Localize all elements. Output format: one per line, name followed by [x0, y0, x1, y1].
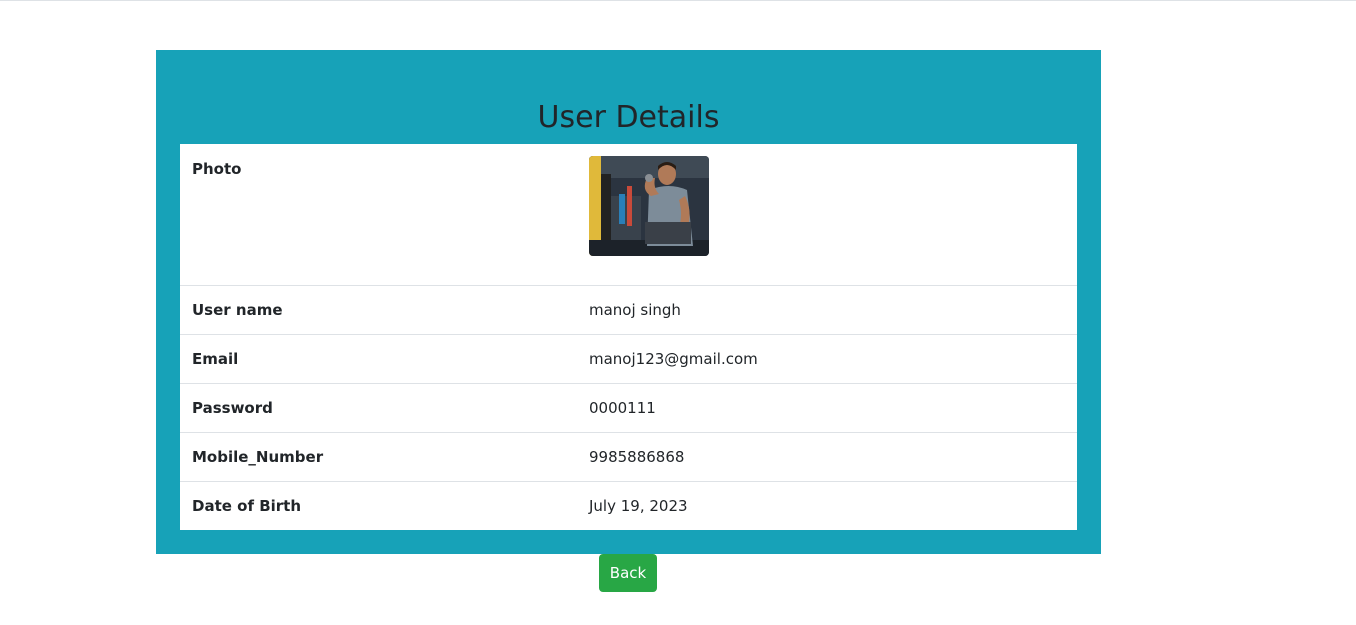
- row-value: July 19, 2023: [577, 481, 1077, 530]
- row-label: User name: [180, 285, 577, 335]
- user-details-card: User Details Photo User name manoj singh…: [156, 50, 1101, 554]
- row-value: [577, 144, 1077, 286]
- row-value: 9985886868: [577, 432, 1077, 482]
- row-value: 0000111: [577, 383, 1077, 433]
- user-details-table: Photo User name manoj singh Email manoj1…: [180, 144, 1077, 530]
- table-row-email: Email manoj123@gmail.com: [180, 334, 1077, 384]
- page-title: User Details: [537, 100, 720, 135]
- back-button[interactable]: Back: [599, 554, 657, 592]
- table-row-photo: Photo: [180, 144, 1077, 286]
- row-label: Photo: [192, 160, 242, 178]
- row-value: manoj singh: [577, 285, 1077, 335]
- row-label: Date of Birth: [180, 481, 577, 530]
- row-value: manoj123@gmail.com: [577, 334, 1077, 384]
- top-divider: [0, 0, 1356, 1]
- row-label: Email: [180, 334, 577, 384]
- row-label: Password: [180, 383, 577, 433]
- table-row-password: Password 0000111: [180, 383, 1077, 433]
- user-photo: [589, 156, 709, 256]
- table-row-user-name: User name manoj singh: [180, 285, 1077, 335]
- table-row-date-of-birth: Date of Birth July 19, 2023: [180, 481, 1077, 530]
- row-label: Mobile_Number: [180, 432, 577, 482]
- table-row-mobile-number: Mobile_Number 9985886868: [180, 432, 1077, 482]
